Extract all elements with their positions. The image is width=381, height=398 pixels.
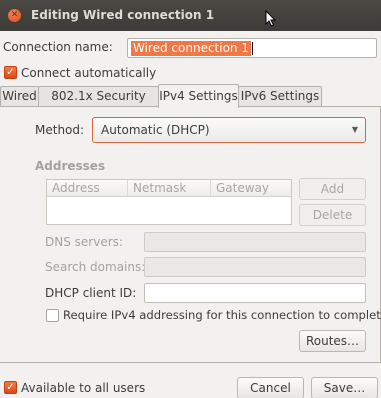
- add-button[interactable]: Add: [299, 178, 366, 200]
- connect-automatically-checkbox[interactable]: ✓: [4, 66, 17, 79]
- close-icon[interactable]: ✕: [8, 9, 21, 22]
- method-dropdown[interactable]: Automatic (DHCP) ▼: [92, 117, 366, 143]
- connect-automatically-label: Connect automatically: [21, 66, 157, 80]
- delete-button[interactable]: Delete: [299, 204, 366, 226]
- search-domains-label: Search domains:: [45, 260, 146, 274]
- dhcp-client-id-input[interactable]: [144, 283, 366, 303]
- addresses-table[interactable]: Address Netmask Gateway: [46, 179, 292, 225]
- column-header-netmask: Netmask: [128, 180, 211, 197]
- available-to-all-users-label: Available to all users: [21, 381, 146, 395]
- tab-8021x-security[interactable]: 802.1x Security: [38, 86, 159, 107]
- connection-name-label: Connection name:: [3, 40, 113, 54]
- require-ipv4-label: Require IPv4 addressing for this connect…: [63, 308, 381, 322]
- save-button[interactable]: Save…: [311, 377, 378, 398]
- tab-ipv6-settings[interactable]: IPv6 Settings: [238, 86, 322, 107]
- search-domains-input[interactable]: [144, 257, 366, 277]
- tab-wired[interactable]: Wired: [0, 86, 39, 107]
- cancel-button[interactable]: Cancel: [237, 377, 304, 398]
- routes-button[interactable]: Routes…: [299, 330, 366, 352]
- column-header-gateway: Gateway: [211, 180, 291, 197]
- window-title: Editing Wired connection 1: [31, 8, 215, 22]
- dns-servers-input[interactable]: [144, 232, 366, 252]
- column-header-address: Address: [47, 180, 128, 197]
- method-label: Method:: [35, 123, 85, 137]
- available-to-all-users-checkbox[interactable]: ✓: [4, 381, 17, 394]
- dns-servers-label: DNS servers:: [45, 235, 123, 249]
- dropdown-arrow-icon: ▼: [351, 125, 358, 134]
- mouse-cursor-icon: [265, 10, 277, 27]
- connection-name-value: Wired connection 1: [131, 41, 251, 56]
- dhcp-client-id-label: DHCP client ID:: [45, 286, 137, 300]
- text-caret: [252, 42, 253, 55]
- title-bar: ✕ Editing Wired connection 1: [0, 0, 381, 31]
- method-value: Automatic (DHCP): [101, 123, 210, 137]
- tab-ipv4-settings[interactable]: IPv4 Settings: [158, 84, 239, 108]
- addresses-heading: Addresses: [35, 159, 106, 173]
- connection-name-input[interactable]: Wired connection 1: [127, 38, 377, 58]
- require-ipv4-checkbox[interactable]: [46, 309, 59, 322]
